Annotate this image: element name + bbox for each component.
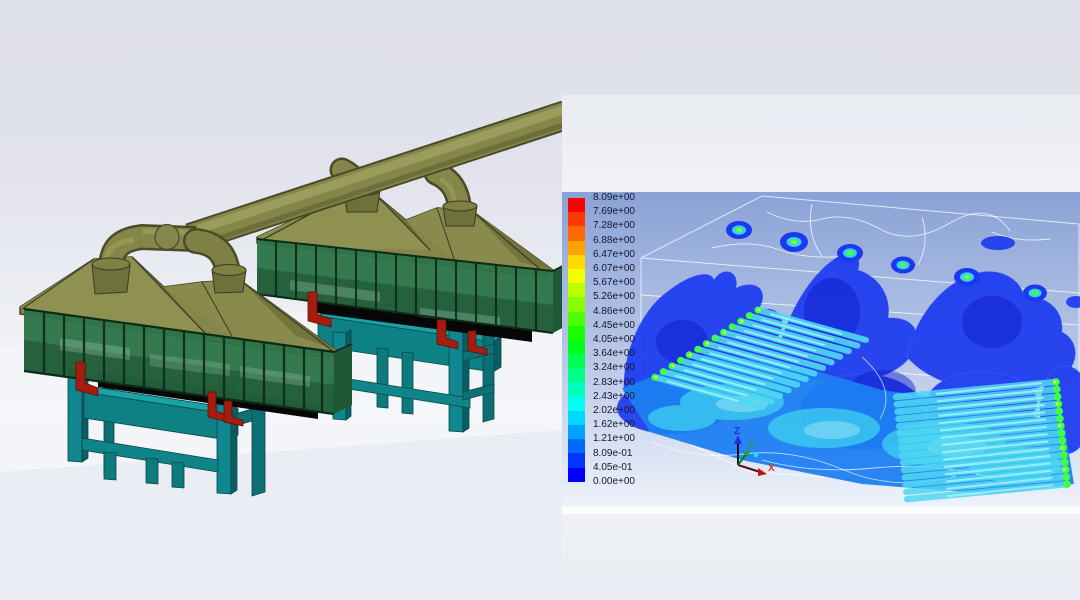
legend-value-label: 2.02e+00 (593, 405, 635, 417)
z-axis-label: Z (734, 426, 740, 437)
legend-color-band (568, 397, 585, 411)
legend-color-band (568, 326, 585, 340)
legend-color-band (568, 382, 585, 396)
legend-value-label: 6.88e+00 (593, 235, 635, 247)
legend-color-band (568, 439, 585, 453)
figure-canvas: Z X Y 8.09e+00 7.69e+00 7.28e+00 6.88e+00 6.… (0, 0, 1080, 600)
legend-color-bar (568, 198, 585, 482)
cfd-scene-svg: Z X Y (562, 192, 1080, 507)
legend-value-label: 5.67e+00 (593, 277, 635, 289)
legend-value-label: 4.45e+00 (593, 320, 635, 332)
legend-color-band (568, 312, 585, 326)
legend-value-label: 3.64e+00 (593, 348, 635, 360)
cfd-result-panel: Z X Y 8.09e+00 7.69e+00 7.28e+00 6.88e+00 6.… (562, 95, 1080, 514)
legend-color-band (568, 368, 585, 382)
legend-value-label: 8.09e+00 (593, 192, 635, 204)
legend-color-band (568, 411, 585, 425)
legend-color-band (568, 297, 585, 311)
legend-value-label: 2.83e+00 (593, 377, 635, 389)
legend-value-label: 4.05e+00 (593, 334, 635, 346)
legend-value-label: 4.05e-01 (593, 462, 632, 474)
legend-value-label: 7.69e+00 (593, 206, 635, 218)
legend-color-band (568, 241, 585, 255)
legend-value-label: 3.24e+00 (593, 362, 635, 374)
legend-value-label: 5.26e+00 (593, 291, 635, 303)
y-axis-label: Y (748, 440, 755, 451)
x-axis-arrow (758, 468, 767, 476)
legend-value-label: 7.28e+00 (593, 220, 635, 232)
legend-value-label: 4.86e+00 (593, 306, 635, 318)
legend-color-band (568, 255, 585, 269)
cfd-scene: Z X Y (562, 192, 1080, 507)
legend-value-label: 1.62e+00 (593, 419, 635, 431)
legend-value-label: 6.47e+00 (593, 249, 635, 261)
legend-color-band (568, 212, 585, 226)
x-axis-label: X (768, 463, 775, 474)
legend-color-band (568, 340, 585, 354)
partition-lines (712, 204, 1050, 265)
legend-color-band (568, 269, 585, 283)
legend-value-label: 8.09e-01 (593, 448, 632, 460)
legend-color-band (568, 453, 585, 467)
y-axis-dot (754, 453, 758, 457)
legend-color-band (568, 425, 585, 439)
legend-value-label: 0.00e+00 (593, 476, 635, 488)
legend-value-label: 2.43e+00 (593, 391, 635, 403)
legend-value-label: 1.21e+00 (593, 433, 635, 445)
legend-value-label: 6.07e+00 (593, 263, 635, 275)
legend-color-band (568, 468, 585, 482)
legend-color-band (568, 226, 585, 240)
legend-color-band (568, 354, 585, 368)
legend-color-band (568, 198, 585, 212)
top-injection-jets (726, 221, 1080, 308)
legend-color-band (568, 283, 585, 297)
